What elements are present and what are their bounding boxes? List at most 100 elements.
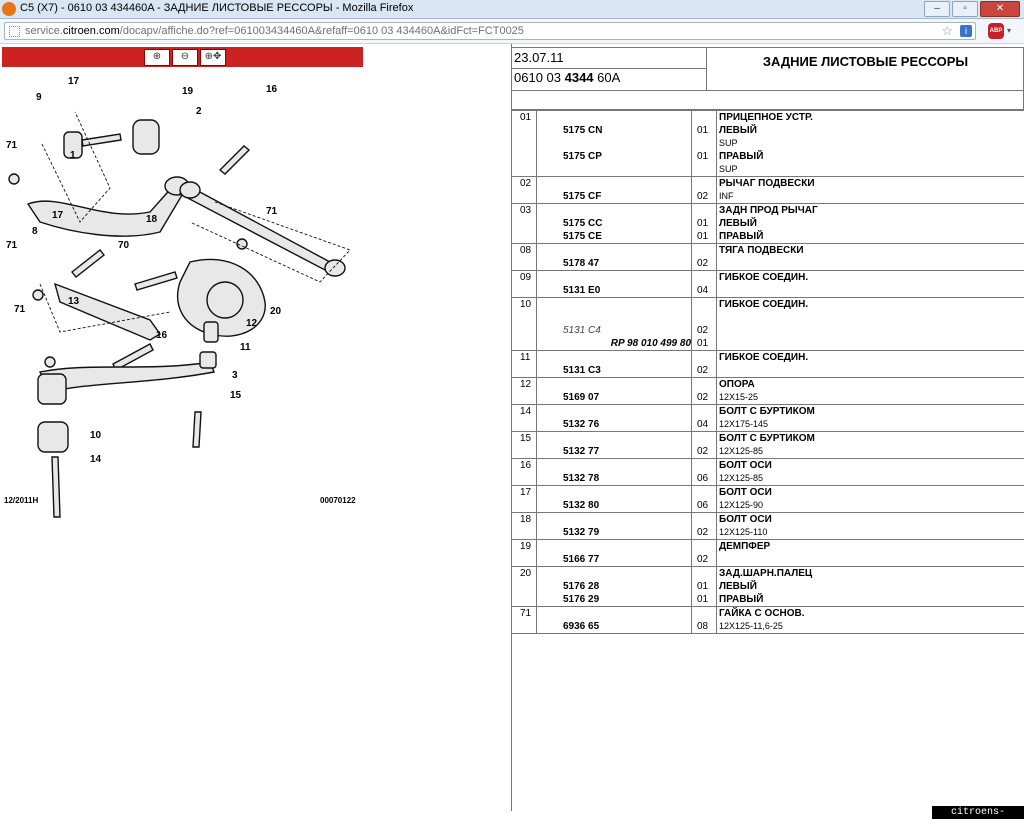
description: ДЕМПФЕР [717, 540, 1024, 553]
description: ЛЕВЫЙ [717, 217, 1024, 230]
position-cell: 16 [512, 459, 537, 486]
callout[interactable]: 17 [68, 76, 80, 87]
maximize-button[interactable]: ▫ [952, 1, 978, 17]
part-number[interactable]: 5176 29 [537, 593, 691, 606]
part-number[interactable]: 5178 47 [537, 257, 691, 270]
callout[interactable]: 18 [146, 214, 158, 225]
table-row[interactable]: 085178 4702ТЯГА ПОДВЕСКИ [512, 244, 1024, 271]
quantity [692, 378, 716, 391]
part-number[interactable]: 5175 CN [537, 124, 691, 137]
divider [512, 68, 706, 69]
callout[interactable]: 3 [232, 370, 238, 381]
callout[interactable]: 15 [230, 390, 242, 401]
ref-prefix: 0610 03 [514, 70, 565, 85]
callout[interactable]: 1 [70, 150, 76, 161]
table-row[interactable]: 105131 C4RP 98 010 499 800201ГИБКОЕ СОЕД… [512, 298, 1024, 351]
part-number[interactable]: 5166 77 [537, 553, 691, 566]
part-number[interactable]: 5132 79 [537, 526, 691, 539]
table-row[interactable]: 115131 C302ГИБКОЕ СОЕДИН. [512, 351, 1024, 378]
zoom-in-button[interactable]: ⊕ [144, 49, 170, 66]
table-row[interactable]: 035175 CC5175 CE0101ЗАДН ПРОД РЫЧАГЛЕВЫЙ… [512, 204, 1024, 244]
callout[interactable]: 71 [6, 240, 18, 251]
table-row[interactable]: 185132 7902БОЛТ ОСИ12X125-110 [512, 513, 1024, 540]
table-row[interactable]: 155132 7702БОЛТ С БУРТИКОМ12X125-85 [512, 432, 1024, 459]
window-titlebar: C5 (X7) - 0610 03 434460A - ЗАДНИЕ ЛИСТО… [0, 0, 1024, 19]
position-number: 71 [512, 607, 536, 620]
minimize-button[interactable]: – [924, 1, 950, 17]
table-row[interactable]: 165132 7806БОЛТ ОСИ12X125-85 [512, 459, 1024, 486]
table-row[interactable]: 025175 CF02РЫЧАГ ПОДВЕСКИINF [512, 177, 1024, 204]
adblock-button[interactable]: ABP ▾ [988, 23, 1016, 39]
callout[interactable]: 11 [240, 342, 251, 353]
part-number[interactable]: 5132 80 [537, 499, 691, 512]
description: INF [717, 190, 1024, 203]
table-row[interactable]: 145132 7604БОЛТ С БУРТИКОМ12X175-145 [512, 405, 1024, 432]
part-number [537, 204, 691, 217]
part-number [537, 607, 691, 620]
callout[interactable]: 71 [266, 206, 278, 217]
callout[interactable]: 70 [118, 240, 130, 251]
position-number: 20 [512, 567, 536, 580]
quantity [692, 204, 716, 217]
position-cell: 18 [512, 513, 537, 540]
table-row[interactable]: 095131 E004ГИБКОЕ СОЕДИН. [512, 271, 1024, 298]
part-number[interactable]: 5169 07 [537, 391, 691, 404]
table-row[interactable]: 205176 285176 290101ЗАД.ШАРН.ПАЛЕЦЛЕВЫЙП… [512, 567, 1024, 607]
bookmark-star-icon[interactable]: ☆ [941, 23, 953, 39]
header-reference: 0610 03 4344 60A [514, 70, 620, 85]
callout[interactable]: 16 [266, 84, 278, 95]
part-number[interactable]: 5175 CC [537, 217, 691, 230]
callout[interactable]: 20 [270, 306, 282, 317]
part-number[interactable]: 5132 78 [537, 472, 691, 485]
description-cell: БОЛТ ОСИ12X125-90 [717, 486, 1024, 513]
callout[interactable]: 17 [52, 210, 64, 221]
quantity [692, 432, 716, 445]
table-row[interactable]: 716936 6508ГАЙКА С ОСНОВ.12X125-11,6-25 [512, 607, 1024, 634]
part-number[interactable]: 5131 C3 [537, 364, 691, 377]
adblock-icon: ABP [988, 23, 1004, 39]
quantity: 01 [692, 150, 716, 163]
part-number[interactable]: 5132 77 [537, 445, 691, 458]
quantity-cell: 02 [692, 513, 717, 540]
callout[interactable]: 10 [90, 430, 102, 441]
info-icon[interactable]: i [960, 25, 972, 37]
quantity-cell: 0101 [692, 111, 717, 177]
part-number[interactable]: 5175 CE [537, 230, 691, 243]
part-number [537, 405, 691, 418]
part-number[interactable]: RP 98 010 499 80 [537, 337, 691, 350]
support-12-shape [204, 322, 218, 342]
callout[interactable]: 8 [32, 226, 38, 237]
close-button[interactable]: ✕ [980, 1, 1020, 17]
table-row[interactable]: 195166 7702ДЕМПФЕР [512, 540, 1024, 567]
part-number[interactable]: 5175 CP [537, 150, 691, 163]
address-bar[interactable]: service.citroen.com/docapv/affiche.do?re… [4, 22, 976, 40]
callout[interactable]: 12 [246, 318, 258, 329]
callout[interactable]: 16 [156, 330, 168, 341]
table-row[interactable]: 125169 0702ОПОРА12X15-25 [512, 378, 1024, 405]
dropdown-arrow-icon[interactable]: ▾ [1007, 26, 1011, 35]
url-text[interactable]: service.citroen.com/docapv/affiche.do?re… [25, 25, 524, 37]
zoom-pan-button[interactable]: ⊕✥ [200, 49, 226, 66]
callout[interactable]: 71 [6, 140, 18, 151]
description: ГИБКОЕ СОЕДИН. [717, 271, 1024, 284]
callout[interactable]: 71 [14, 304, 26, 315]
part-number[interactable]: 5176 28 [537, 580, 691, 593]
part-number[interactable]: 5132 76 [537, 418, 691, 431]
zoom-out-button[interactable]: ⊖ [172, 49, 198, 66]
description-cell: ПРИЦЕПНОЕ УСТР.ЛЕВЫЙSUPПРАВЫЙSUP [717, 111, 1024, 177]
position-number: 17 [512, 486, 536, 499]
part-number[interactable]: 6936 65 [537, 620, 691, 633]
part-number[interactable]: 5175 CF [537, 190, 691, 203]
table-row[interactable]: 175132 8006БОЛТ ОСИ12X125-90 [512, 486, 1024, 513]
callout[interactable]: 14 [90, 454, 102, 465]
callout[interactable]: 2 [196, 106, 202, 117]
parts-diagram[interactable]: 17 19 9 16 2 1 71 17 71 18 8 70 71 13 71… [0, 72, 512, 552]
url-domain: citroen.com [63, 25, 120, 37]
description: ПРАВЫЙ [717, 150, 1024, 163]
table-row[interactable]: 015175 CN 5175 CP0101ПРИЦЕПНОЕ УСТР.ЛЕВЫЙ… [512, 111, 1024, 177]
part-number[interactable]: 5131 C4 [537, 324, 691, 337]
callout[interactable]: 13 [68, 296, 80, 307]
callout[interactable]: 19 [182, 86, 194, 97]
callout[interactable]: 9 [36, 92, 42, 103]
part-number[interactable]: 5131 E0 [537, 284, 691, 297]
